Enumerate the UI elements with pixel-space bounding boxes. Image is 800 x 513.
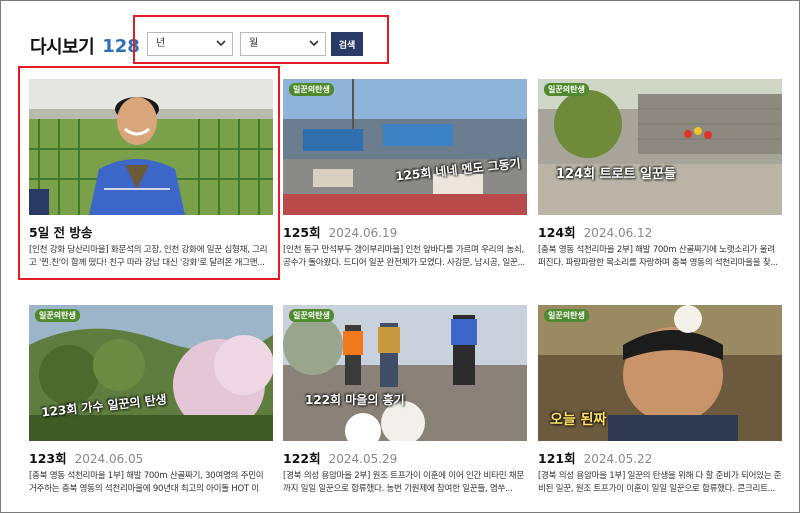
episode-number: 125회 [283,225,321,240]
chevron-down-icon [309,40,319,47]
card-highlight-box [18,66,280,280]
thumbnail-image [283,305,527,441]
search-button[interactable]: 검색 [331,32,363,56]
episode-title[interactable]: 121회 2024.05.22 [538,448,652,467]
episode-thumbnail[interactable]: 일꾼의탄생 125회 네네 멘도 그동기 [283,79,527,215]
chevron-down-icon [216,40,226,47]
year-select-value: 년 [156,38,166,49]
episode-title[interactable]: 125회 2024.06.19 [283,222,397,241]
show-logo: 일꾼의탄생 [289,309,334,322]
thumbnail-caption: 124회 트로트 일꾼들 [556,167,676,182]
episode-title[interactable]: 124회 2024.06.12 [538,222,652,241]
thumbnail-image [538,79,782,215]
month-select[interactable]: 월 [240,32,326,56]
show-logo: 일꾼의탄생 [289,83,334,96]
episode-thumbnail[interactable]: 일꾼의탄생 123회 가수 일꾼의 탄생 [29,305,273,441]
episode-date: 2024.05.29 [328,452,398,466]
episode-description[interactable]: [충북 영동 석천리마을 2부] 해발 700m 산골짜기에 노랫소리가 울려 … [538,244,782,270]
month-select-value: 월 [249,38,259,49]
thumbnail-image [29,305,273,441]
thumbnail-caption: 오늘 된짜 [550,412,607,428]
episode-date: 2024.06.19 [328,226,398,240]
episode-title[interactable]: 123회 2024.06.05 [29,448,143,467]
episode-date: 2024.06.12 [583,226,653,240]
episode-number: 122회 [283,451,321,466]
show-logo: 일꾼의탄생 [544,83,589,96]
episode-number: 123회 [29,451,67,466]
episode-number: 121회 [538,451,576,466]
episode-description[interactable]: [경북 의성 용암마을 1부] 일꾼의 탄생을 위해 다 할 준비가 되어있는 … [538,470,782,496]
episode-number: 124회 [538,225,576,240]
episode-date: 2024.06.05 [74,452,144,466]
show-logo: 일꾼의탄생 [544,309,589,322]
year-select[interactable]: 년 [147,32,233,56]
episode-thumbnail[interactable]: 일꾼의탄생 오늘 된짜 [538,305,782,441]
episode-description[interactable]: [인천 동구 만석부두 갱이부리마을] 인천 앞바다를 가르며 우리의 농쇠, … [283,244,527,270]
page-header: 다시보기 128 [30,30,140,62]
episode-thumbnail[interactable]: 일꾼의탄생 122회 마을의 흥기 [283,305,527,441]
episode-thumbnail[interactable]: 일꾼의탄생 124회 트로트 일꾼들 [538,79,782,215]
thumbnail-image [283,79,527,215]
episode-description[interactable]: [경북 의성 용암마을 2부] 원조 트프가이 이훈에 이어 인간 비타민 채문… [283,470,527,496]
episode-title[interactable]: 122회 2024.05.29 [283,448,397,467]
page-title: 다시보기 [30,37,95,58]
thumbnail-caption: 122회 마을의 흥기 [305,393,405,407]
episode-description[interactable]: [충북 영동 석천리마을 1부] 해발 700m 산골짜기, 30여명의 주민이… [29,470,273,496]
episode-date: 2024.05.22 [583,452,653,466]
show-logo: 일꾼의탄생 [35,309,80,322]
